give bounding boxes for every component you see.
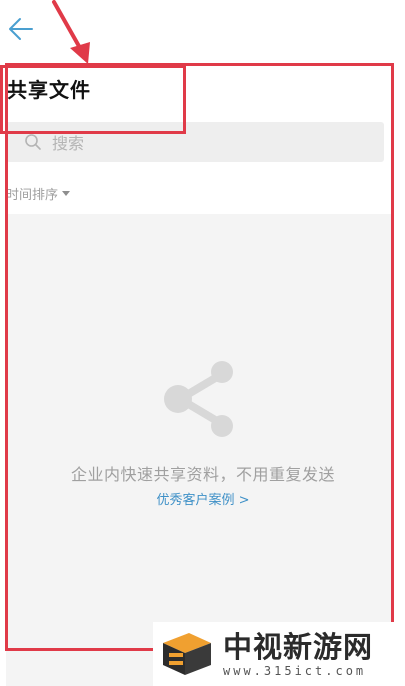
page-title: 共享文件 bbox=[7, 78, 91, 102]
site-logo-icon bbox=[163, 633, 211, 675]
share-files-page: 共享文件 搜索 时间排序 企业内快速共享资料，不用重复发送 优秀客户案例 > 中… bbox=[0, 0, 405, 686]
site-watermark: 中视新游网 www.315ict.com bbox=[153, 622, 405, 686]
watermark-url: www.315ict.com bbox=[223, 664, 367, 678]
back-button[interactable] bbox=[6, 14, 36, 44]
sort-label: 时间排序 bbox=[6, 188, 59, 203]
empty-state-message: 企业内快速共享资料，不用重复发送 bbox=[70, 465, 335, 484]
arrow-left-icon bbox=[9, 18, 33, 40]
search-icon bbox=[25, 134, 41, 150]
customer-cases-link[interactable]: 优秀客户案例 > bbox=[6, 489, 400, 508]
search-input[interactable]: 搜索 bbox=[6, 122, 384, 162]
share-icon bbox=[164, 361, 233, 437]
search-placeholder: 搜索 bbox=[52, 134, 85, 153]
file-list-empty: 企业内快速共享资料，不用重复发送 优秀客户案例 > bbox=[6, 214, 394, 686]
watermark-site-name: 中视新游网 bbox=[223, 630, 374, 664]
annotation-arrow-icon bbox=[52, 0, 90, 64]
caret-down-icon bbox=[62, 191, 71, 196]
sort-dropdown[interactable]: 时间排序 bbox=[6, 184, 71, 203]
